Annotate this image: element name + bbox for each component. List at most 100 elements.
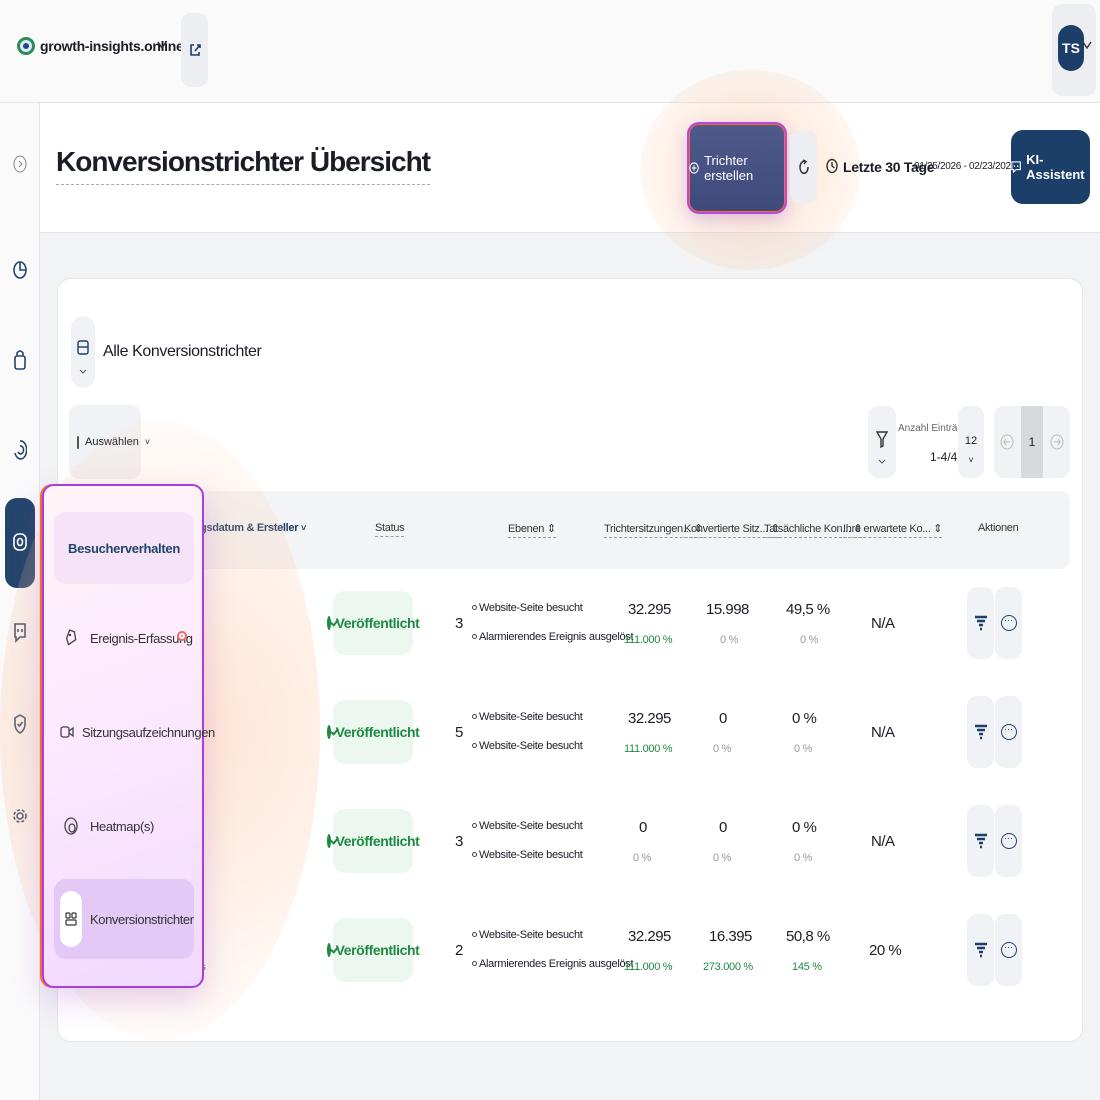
more-icon: ··· bbox=[1000, 942, 1017, 958]
select-all-checkbox[interactable] bbox=[77, 435, 79, 449]
check-circle-icon bbox=[326, 943, 331, 957]
chat-bubble-icon bbox=[1011, 161, 1021, 174]
heatmap-icon bbox=[60, 798, 82, 854]
flyout-item-conversion-funnels[interactable]: Konversionstrichter bbox=[54, 879, 194, 959]
funnel-sessions-change: 111.000 % bbox=[624, 961, 673, 973]
column-actions: Aktionen bbox=[978, 522, 1019, 534]
more-icon: ··· bbox=[1000, 833, 1017, 849]
funnel-chart-icon bbox=[974, 833, 987, 849]
date-range-value: 01/25/2026 - 02/23/2026 bbox=[914, 161, 1017, 172]
rail-collapse-icon[interactable] bbox=[10, 154, 30, 174]
visitor-behavior-icon[interactable] bbox=[10, 532, 30, 552]
levels-count: 3 bbox=[455, 833, 463, 850]
external-link-icon bbox=[189, 44, 201, 56]
funnel-analysis-button[interactable] bbox=[967, 587, 994, 659]
levels-count: 5 bbox=[455, 724, 463, 741]
actual-conversion-change: 0 % bbox=[794, 852, 813, 864]
funnel-sessions-change: 111.000 % bbox=[624, 743, 673, 755]
funnel-group-icon bbox=[77, 340, 89, 374]
video-icon bbox=[60, 704, 74, 760]
funnel-chart-icon bbox=[974, 942, 987, 958]
funnel-step: Website-Seite besucht bbox=[472, 711, 583, 723]
flyout-item-label: Sitzungsaufzeichnungen bbox=[82, 724, 215, 740]
check-circle-icon bbox=[326, 616, 331, 630]
converted-sessions-change: 0 % bbox=[713, 852, 732, 864]
more-actions-button[interactable]: ··· bbox=[995, 587, 1022, 659]
ai-assistant-label: KI-Assistent bbox=[1026, 152, 1085, 182]
chevron-down-icon: ˅ bbox=[968, 455, 974, 465]
funnel-sessions-change: 0 % bbox=[633, 852, 652, 864]
funnel-sessions-value: 32.295 bbox=[628, 928, 671, 945]
actual-conversion-value: 49,5 % bbox=[786, 601, 830, 618]
more-actions-button[interactable]: ··· bbox=[995, 696, 1022, 768]
page-title: Konversionstrichter Übersicht bbox=[56, 146, 431, 185]
status-badge: Veröffentlicht bbox=[326, 591, 420, 655]
expected-conversion-value: N/A bbox=[871, 833, 895, 850]
chevron-down-icon[interactable] bbox=[1082, 40, 1092, 50]
check-circle-icon bbox=[326, 834, 331, 848]
refresh-button[interactable] bbox=[790, 130, 817, 204]
funnel-group-selector[interactable] bbox=[71, 316, 95, 388]
converted-sessions-value: 15.998 bbox=[706, 601, 749, 618]
expected-conversion-value: N/A bbox=[871, 615, 895, 632]
flyout-item-label: Konversionstrichter bbox=[90, 911, 194, 927]
converted-sessions-change: 273.000 % bbox=[703, 961, 753, 973]
converted-sessions-value: 0 bbox=[719, 819, 727, 836]
funnel-step: Website-Seite besucht bbox=[472, 740, 583, 752]
column-levels[interactable]: Ebenen ⇕ bbox=[508, 522, 556, 538]
funnel-step: Website-Seite besucht bbox=[472, 602, 583, 614]
column-status[interactable]: Status bbox=[375, 522, 405, 537]
flyout-item-heatmaps[interactable]: Heatmap(s) bbox=[54, 794, 194, 858]
refresh-icon bbox=[798, 159, 809, 175]
next-page-icon bbox=[1050, 434, 1064, 450]
converted-sessions-value: 16.395 bbox=[709, 928, 752, 945]
status-badge: Veröffentlicht bbox=[326, 700, 420, 764]
site-favicon-icon bbox=[17, 37, 35, 55]
flyout-item-session-recordings[interactable]: Sitzungsaufzeichnungen bbox=[54, 700, 215, 764]
funnel-analysis-button[interactable] bbox=[967, 805, 994, 877]
entry-count-value: 1-4/4 bbox=[930, 450, 958, 464]
column-expected-conversion[interactable]: Ihre erwartete Ko... ⇕ bbox=[843, 522, 943, 538]
chevron-down-icon[interactable] bbox=[156, 40, 168, 50]
current-page-button[interactable]: 1 bbox=[1021, 406, 1043, 478]
flyout-item-event-tracking[interactable]: Ereignis-Erfassung bbox=[54, 606, 194, 670]
converted-sessions-value: 0 bbox=[719, 710, 727, 727]
funnel-sessions-value: 32.295 bbox=[628, 601, 671, 618]
funnel-step: Alarmierendes Ereignis ausgelöst bbox=[472, 631, 634, 643]
funnel-step: Alarmierendes Ereignis ausgelöst bbox=[472, 958, 634, 970]
actual-conversion-value: 0 % bbox=[792, 710, 817, 727]
dashboard-icon[interactable] bbox=[10, 260, 30, 280]
open-external-button[interactable] bbox=[181, 13, 208, 87]
plus-circle-icon bbox=[689, 162, 699, 174]
funnel-analysis-button[interactable] bbox=[967, 696, 994, 768]
alert-badge-icon bbox=[177, 631, 187, 641]
funnel-sessions-value: 32.295 bbox=[628, 710, 671, 727]
prev-page-icon bbox=[1000, 434, 1014, 450]
actual-conversion-change: 145 % bbox=[792, 961, 822, 973]
avatar[interactable]: TS bbox=[1058, 25, 1084, 71]
levels-count: 2 bbox=[455, 942, 463, 959]
levels-count: 3 bbox=[455, 615, 463, 632]
funnel-step: Website-Seite besucht bbox=[472, 820, 583, 832]
converted-sessions-change: 0 % bbox=[713, 743, 732, 755]
clock-icon bbox=[826, 158, 838, 174]
actual-conversion-value: 50,8 % bbox=[786, 928, 830, 945]
analytics-spiral-icon[interactable] bbox=[10, 440, 30, 460]
per-page-select[interactable]: 12 ˅ bbox=[958, 406, 984, 478]
filter-icon bbox=[875, 431, 889, 464]
funnel-sessions-value: 0 bbox=[639, 819, 647, 836]
actual-conversion-value: 0 % bbox=[792, 819, 817, 836]
funnel-sessions-change: 111.000 % bbox=[624, 634, 673, 646]
funnel-step: Website-Seite besucht bbox=[472, 849, 583, 861]
more-actions-button[interactable]: ··· bbox=[995, 914, 1022, 986]
date-range-picker[interactable]: 01/25/2026 - 02/23/2026 ˅ bbox=[914, 161, 1024, 172]
more-actions-button[interactable]: ··· bbox=[995, 805, 1022, 877]
per-page-value: 12 bbox=[964, 435, 978, 447]
filter-button[interactable] bbox=[868, 406, 896, 478]
ai-assistant-button[interactable]: KI-Assistent bbox=[1011, 130, 1090, 204]
create-funnel-button[interactable]: Trichter erstellen bbox=[687, 122, 787, 214]
funnel-chart-icon bbox=[974, 724, 987, 740]
funnel-analysis-button[interactable] bbox=[967, 914, 994, 986]
funnels-list-title: Alle Konversionstrichter bbox=[103, 343, 262, 360]
shopping-bag-icon[interactable] bbox=[10, 350, 30, 370]
